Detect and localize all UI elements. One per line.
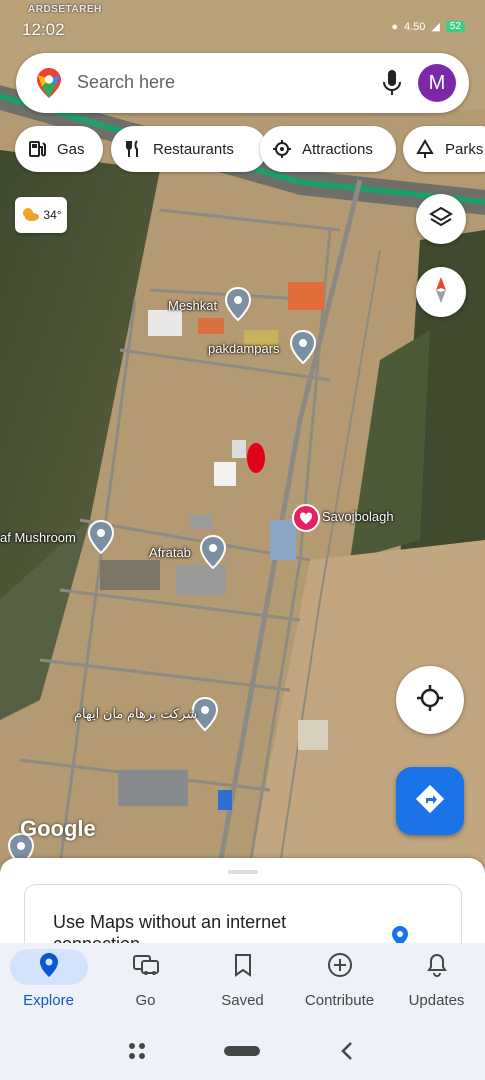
explore-pin-icon	[39, 952, 59, 983]
google-maps-logo-icon	[36, 67, 62, 104]
nav-updates-label: Updates	[408, 992, 465, 1009]
nav-go-icon-wrap	[107, 949, 185, 985]
category-chips: Gas Restaurants Attractions Parks	[15, 126, 485, 172]
battery-level: 52	[445, 21, 465, 32]
weather-temp: 34°	[43, 208, 62, 222]
add-circle-icon	[327, 952, 353, 983]
location-icon: ●	[391, 20, 398, 33]
car-icon	[132, 953, 160, 982]
apps-grid-icon[interactable]	[128, 1042, 146, 1065]
nav-saved[interactable]: Saved	[194, 943, 291, 1023]
nav-saved-icon-wrap	[204, 949, 282, 985]
search-bar[interactable]: Search here M	[16, 53, 469, 113]
place-label-afratab[interactable]: Afratab	[149, 545, 191, 560]
nav-explore-icon-wrap	[9, 949, 88, 985]
account-avatar[interactable]: M	[418, 64, 456, 102]
chip-parks-label: Parks	[445, 140, 484, 158]
status-bar: ARDSETAREH 12:02 ● 4.50 ◢ 52	[0, 0, 485, 44]
attractions-icon	[272, 139, 292, 159]
place-label-company[interactable]: شرکت پرهام مان ایهام	[74, 706, 197, 722]
status-time: 12:02	[22, 20, 65, 39]
layers-icon	[429, 205, 453, 234]
bottom-sheet[interactable]: Use Maps without an internet connection	[0, 858, 485, 948]
directions-button[interactable]	[396, 767, 464, 835]
chip-restaurants[interactable]: Restaurants	[111, 126, 267, 172]
partly-sunny-icon	[20, 206, 40, 225]
gas-station-icon	[27, 139, 47, 159]
google-logo: Google	[20, 816, 96, 841]
bookmark-icon	[233, 953, 253, 982]
place-label-savojbolagh[interactable]: Savojbolagh	[322, 509, 394, 524]
chip-parks[interactable]: Parks	[403, 126, 485, 172]
compass-button[interactable]	[416, 267, 466, 317]
network-speed: 4.50	[403, 20, 426, 33]
chip-gas-label: Gas	[57, 140, 85, 158]
back-icon[interactable]	[340, 1040, 354, 1067]
status-icons: ● 4.50 ◢ 52	[391, 20, 465, 33]
nav-contribute[interactable]: Contribute	[291, 943, 388, 1023]
nav-go-label: Go	[135, 992, 156, 1009]
nav-contribute-label: Contribute	[304, 992, 375, 1009]
nav-updates[interactable]: Updates	[388, 943, 485, 1023]
tree-icon	[415, 139, 435, 159]
weather-widget[interactable]: 34°	[15, 197, 67, 233]
offline-maps-card[interactable]: Use Maps without an internet connection	[24, 884, 462, 948]
signal-icon: ◢	[431, 21, 440, 33]
fork-knife-icon	[123, 139, 143, 159]
microphone-icon[interactable]	[380, 68, 404, 103]
chip-restaurants-label: Restaurants	[153, 140, 234, 158]
nav-contribute-icon-wrap	[301, 949, 379, 985]
my-location-button[interactable]	[396, 666, 464, 734]
home-pill[interactable]	[224, 1046, 260, 1056]
chip-attractions[interactable]: Attractions	[260, 126, 396, 172]
nav-go[interactable]: Go	[97, 943, 194, 1023]
nav-updates-icon-wrap	[398, 949, 476, 985]
place-label-meshkat[interactable]: Meshkat	[168, 298, 217, 313]
nav-explore[interactable]: Explore	[0, 943, 97, 1023]
directions-icon	[415, 784, 445, 819]
place-label-mushroom[interactable]: af Mushroom	[0, 530, 76, 545]
place-label-pakdampars[interactable]: pakdampars	[208, 341, 280, 356]
search-input[interactable]: Search here	[77, 72, 175, 93]
system-navigation-bar	[0, 1023, 485, 1080]
nav-explore-label: Explore	[23, 992, 74, 1009]
chip-attractions-label: Attractions	[302, 140, 373, 158]
compass-icon	[429, 275, 453, 310]
bottom-navigation: Explore Go Saved Contribute Updates	[0, 943, 485, 1023]
crosshair-icon	[416, 684, 444, 717]
area-label: ARDSETAREH	[28, 4, 102, 15]
chip-gas[interactable]: Gas	[15, 126, 103, 172]
layers-button[interactable]	[416, 194, 466, 244]
bell-icon	[426, 952, 448, 983]
sheet-drag-handle[interactable]	[228, 870, 258, 874]
nav-saved-label: Saved	[221, 992, 264, 1009]
